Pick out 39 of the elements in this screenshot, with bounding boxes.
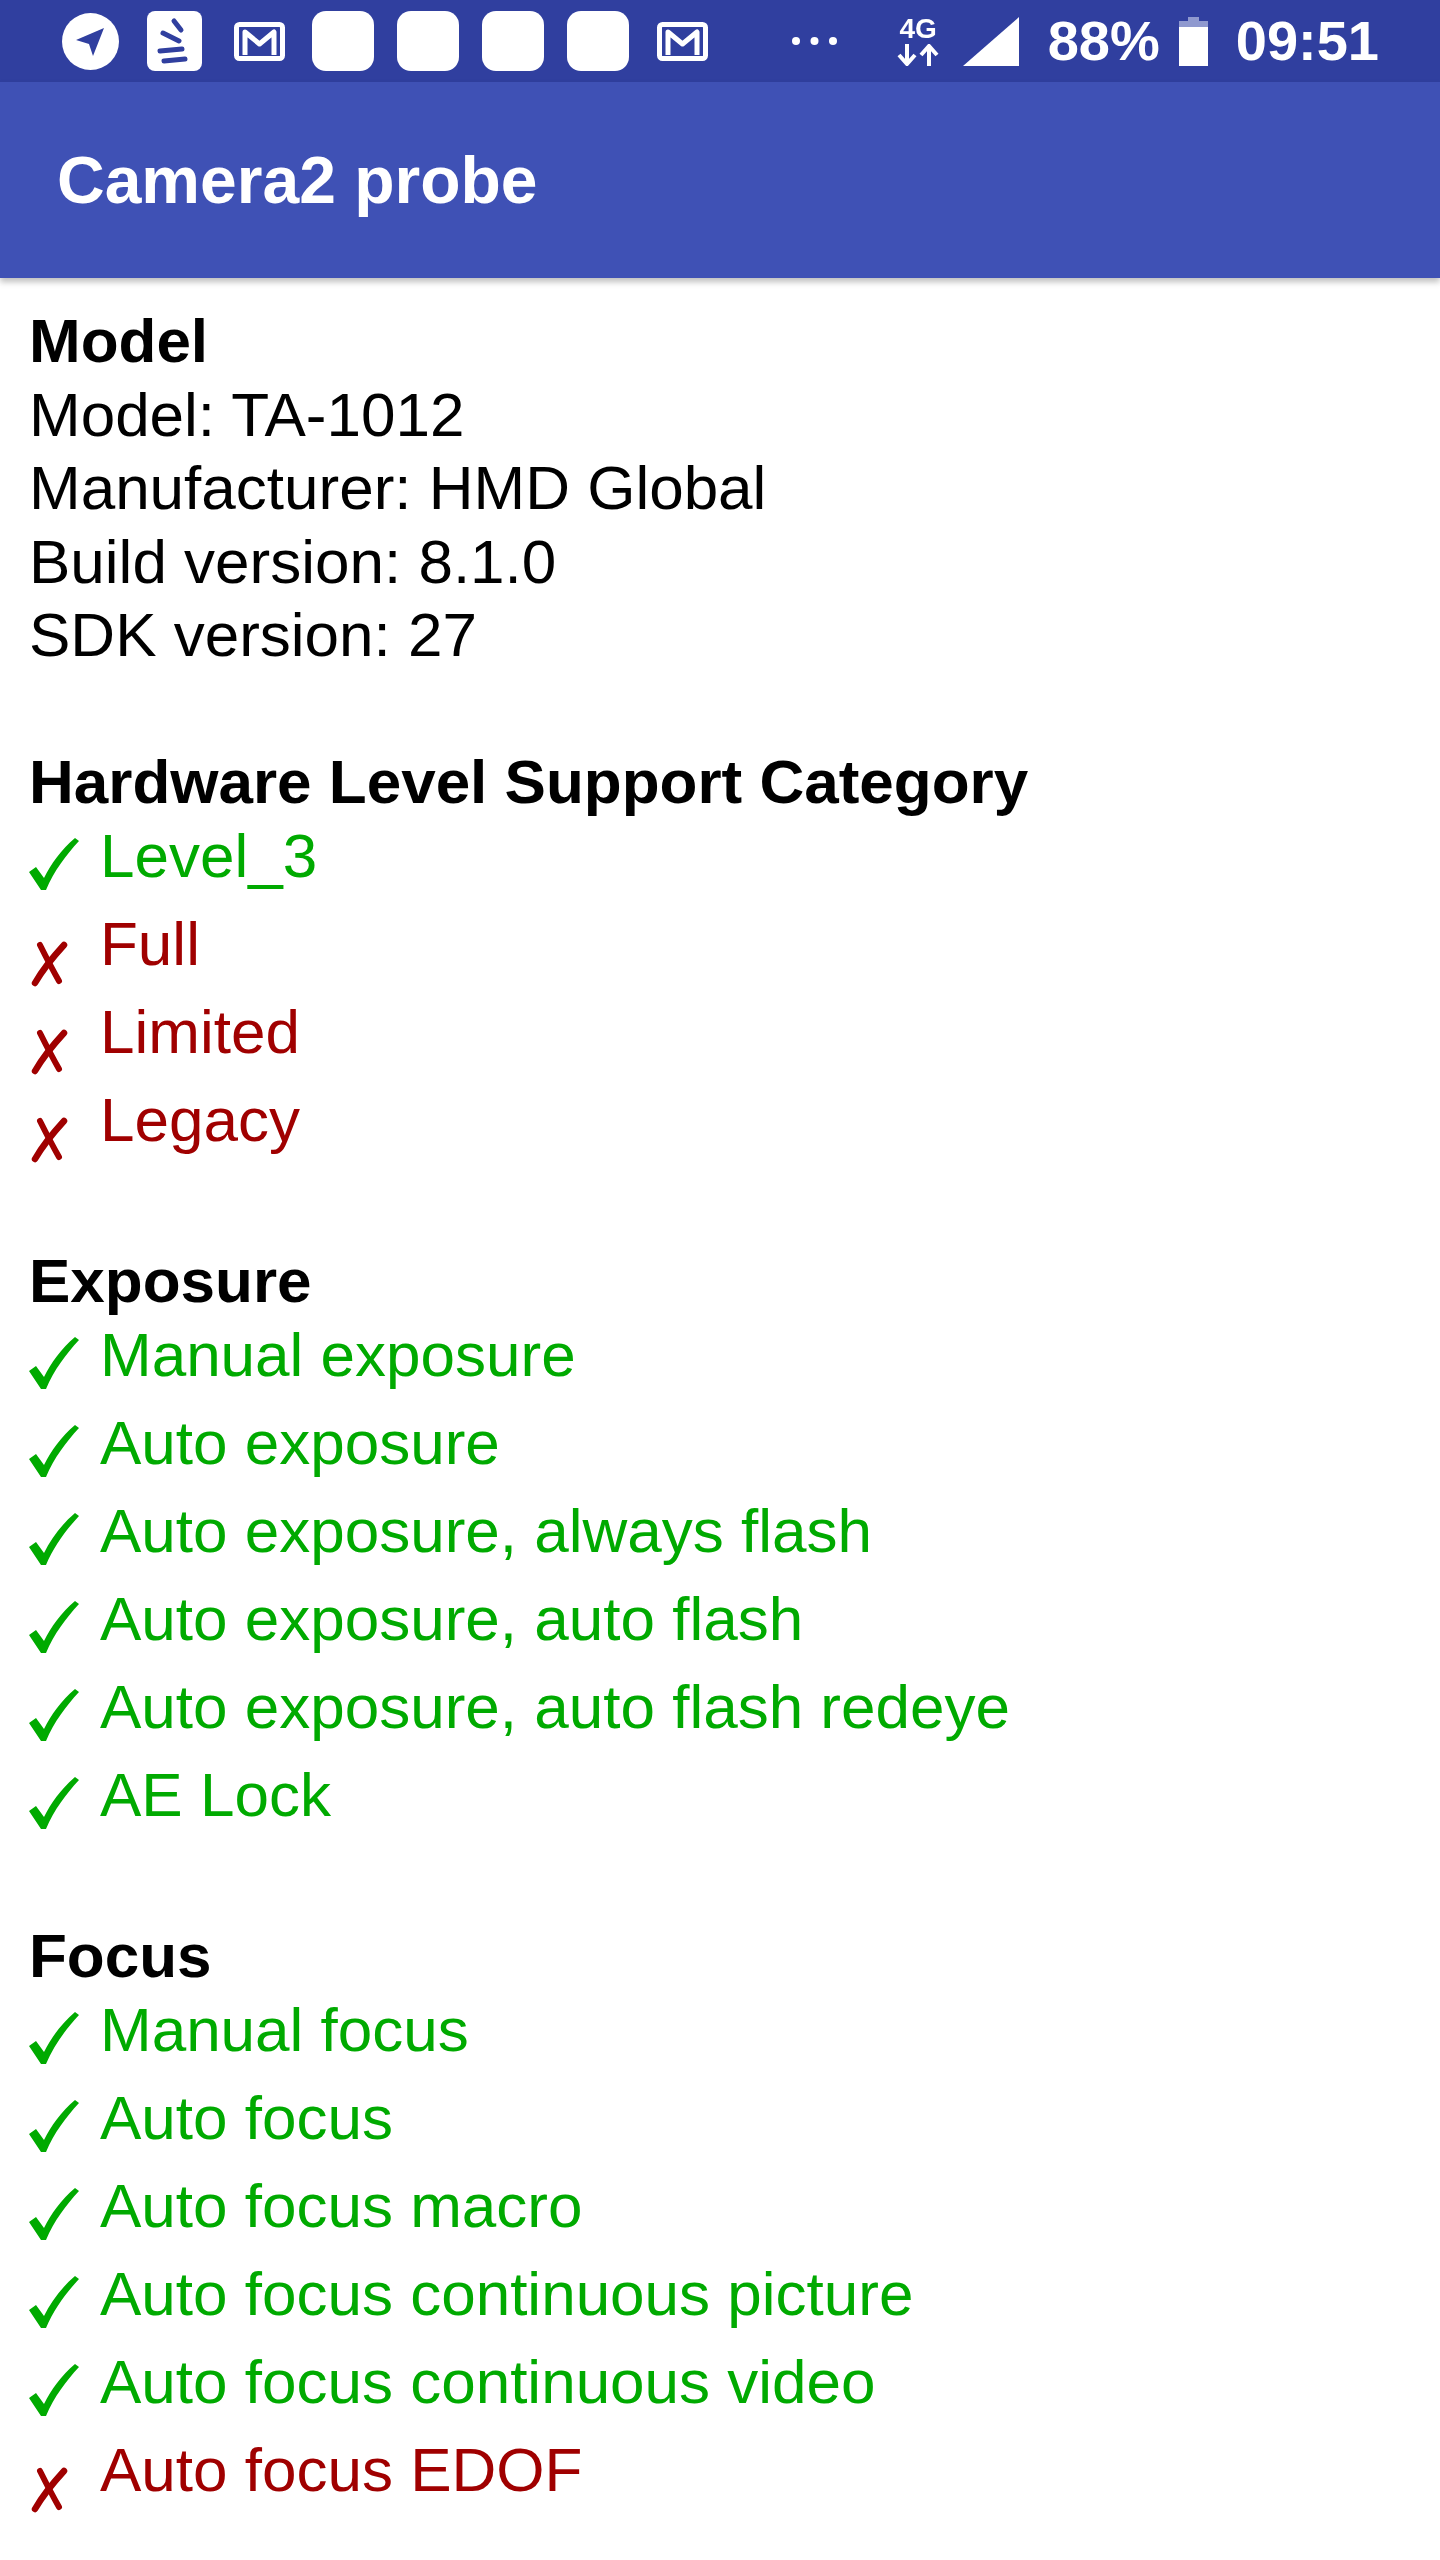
feature-name: Auto exposure [100, 1406, 500, 1479]
section-heading: Model [29, 305, 210, 377]
feature-name: Legacy [100, 1083, 300, 1156]
clock-time: 09:51 [1235, 11, 1379, 71]
feature-name: Level_3 [100, 819, 318, 892]
feature-name: Auto focus macro [100, 2169, 583, 2242]
feature-name: Manual focus [100, 1993, 469, 2066]
app-title: Camera2 probe [57, 141, 538, 219]
feature-name: Auto focus EDOF [100, 2433, 583, 2506]
section-heading: Hardware Level Support Category [29, 746, 1030, 818]
battery-percent: 88% [1047, 11, 1160, 71]
feature-name: Full [100, 907, 200, 980]
feature-name: AE Lock [100, 1758, 331, 1831]
mail-icon [657, 21, 708, 61]
info-line: SDK version: 27 [29, 599, 477, 671]
more-dots-icon [792, 37, 837, 45]
notification-square-icon [312, 11, 374, 71]
signal-icon [962, 16, 1019, 66]
note-app-icon [147, 11, 202, 71]
feature-name: Auto focus continuous video [100, 2345, 876, 2418]
info-line: Manufacturer: HMD Global [29, 452, 767, 524]
feature-name: Limited [100, 995, 300, 1068]
feature-name: Auto focus continuous picture [100, 2257, 914, 2330]
notification-square-icon [482, 11, 544, 71]
feature-name: Auto exposure, always flash [100, 1494, 872, 1567]
feature-name: Auto focus [100, 2081, 393, 2154]
notification-square-icon [567, 11, 629, 71]
section-heading: Focus [29, 1920, 213, 1992]
feature-name: Auto exposure, auto flash redeye [100, 1670, 1010, 1743]
section-heading: Exposure [29, 1245, 313, 1317]
data-arrows-icon [896, 44, 941, 66]
battery-icon [1178, 16, 1208, 66]
notification-square-icon [397, 11, 459, 71]
info-line: Build version: 8.1.0 [29, 525, 557, 598]
mail-icon [234, 21, 285, 61]
feature-name: Auto exposure, auto flash [100, 1582, 804, 1655]
feature-name: Manual exposure [100, 1318, 576, 1391]
info-line: Model: TA-1012 [29, 378, 465, 451]
network-type-label: 4G [899, 16, 937, 42]
